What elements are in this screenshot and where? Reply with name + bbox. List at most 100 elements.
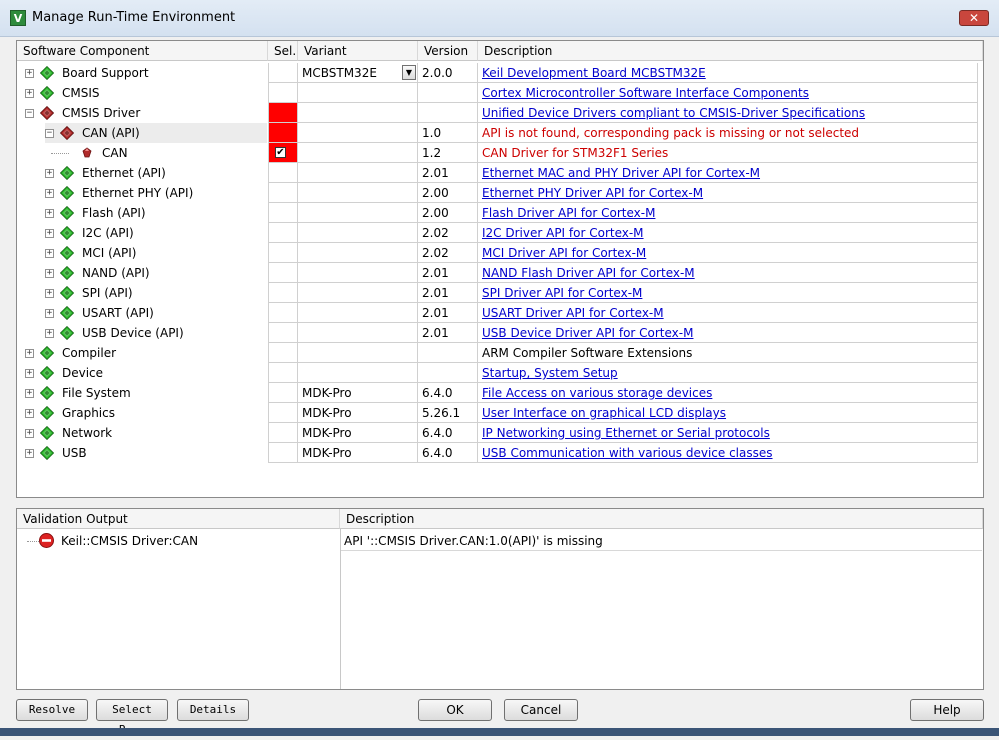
select-cell[interactable] xyxy=(268,243,298,263)
select-cell[interactable] xyxy=(268,363,298,383)
tree-row[interactable]: + USART (API) 2.01 USART Driver API for Cor… xyxy=(17,303,983,323)
description-cell[interactable]: SPI Driver API for Cortex-M xyxy=(478,283,978,303)
expand-icon[interactable]: + xyxy=(25,369,34,378)
description-cell[interactable]: USB Communication with various device cl… xyxy=(478,443,978,463)
component-name[interactable]: CMSIS Driver xyxy=(62,103,140,123)
description-link[interactable]: Keil Development Board MCBSTM32E xyxy=(482,66,706,80)
expand-icon[interactable]: + xyxy=(45,289,54,298)
description-cell[interactable]: NAND Flash Driver API for Cortex-M xyxy=(478,263,978,283)
tree-row[interactable]: + Compiler ARM Compiler Software Extension… xyxy=(17,343,983,363)
description-link[interactable]: MCI Driver API for Cortex-M xyxy=(482,246,646,260)
tree-row[interactable]: + Board Support MCBSTM32E ▼ 2.0.0 Keil Develo… xyxy=(17,63,983,83)
description-cell[interactable]: Ethernet PHY Driver API for Cortex-M xyxy=(478,183,978,203)
select-cell[interactable] xyxy=(268,403,298,423)
description-link[interactable]: Ethernet PHY Driver API for Cortex-M xyxy=(482,186,703,200)
tree-row[interactable]: − CAN (API) 1.0 API is not found, correspon… xyxy=(17,123,983,143)
description-cell[interactable]: Keil Development Board MCBSTM32E xyxy=(478,63,978,83)
tree-row[interactable]: + Flash (API) 2.00 Flash Driver API for Cor… xyxy=(17,203,983,223)
col-header-validation-description[interactable]: Description xyxy=(340,509,983,529)
expand-icon[interactable]: + xyxy=(45,269,54,278)
expand-icon[interactable]: + xyxy=(25,389,34,398)
collapse-icon[interactable]: − xyxy=(45,129,54,138)
expand-icon[interactable]: + xyxy=(25,69,34,78)
component-name[interactable]: CAN (API) xyxy=(82,123,140,143)
select-cell[interactable] xyxy=(268,303,298,323)
expand-icon[interactable]: + xyxy=(25,429,34,438)
tree-row[interactable]: + USB Device (API) 2.01 USB Device Driver A… xyxy=(17,323,983,343)
description-cell[interactable]: USART Driver API for Cortex-M xyxy=(478,303,978,323)
component-name[interactable]: File System xyxy=(62,383,131,403)
select-cell[interactable] xyxy=(268,263,298,283)
validation-item-name[interactable]: Keil::CMSIS Driver:CAN xyxy=(61,531,198,551)
select-packs-button[interactable]: Select P... xyxy=(96,699,168,736)
component-name[interactable]: MCI (API) xyxy=(82,243,136,263)
collapse-icon[interactable]: − xyxy=(25,109,34,118)
details-button[interactable]: Details xyxy=(177,699,249,721)
expand-icon[interactable]: + xyxy=(45,229,54,238)
resolve-button[interactable]: Resolve xyxy=(16,699,88,721)
description-link[interactable]: Flash Driver API for Cortex-M xyxy=(482,206,655,220)
component-name[interactable]: USB Device (API) xyxy=(82,323,184,343)
expand-icon[interactable]: + xyxy=(25,409,34,418)
variant-cell[interactable]: MCBSTM32E ▼ xyxy=(298,63,418,83)
component-name[interactable]: USART (API) xyxy=(82,303,154,323)
component-name[interactable]: Flash (API) xyxy=(82,203,146,223)
select-cell[interactable] xyxy=(268,223,298,243)
description-link[interactable]: IP Networking using Ethernet or Serial p… xyxy=(482,426,770,440)
help-button[interactable]: Help xyxy=(910,699,984,721)
select-cell[interactable] xyxy=(268,123,298,143)
description-link[interactable]: NAND Flash Driver API for Cortex-M xyxy=(482,266,695,280)
col-header-description[interactable]: Description xyxy=(478,41,983,61)
select-cell[interactable] xyxy=(268,343,298,363)
expand-icon[interactable]: + xyxy=(45,329,54,338)
component-name[interactable]: CMSIS xyxy=(62,83,100,103)
component-name[interactable]: Graphics xyxy=(62,403,115,423)
select-cell[interactable] xyxy=(268,163,298,183)
select-cell[interactable] xyxy=(268,83,298,103)
tree-row[interactable]: + SPI (API) 2.01 SPI Driver API for Cortex-… xyxy=(17,283,983,303)
description-cell[interactable]: Ethernet MAC and PHY Driver API for Cort… xyxy=(478,163,978,183)
description-link[interactable]: File Access on various storage devices xyxy=(482,386,712,400)
description-link[interactable]: USART Driver API for Cortex-M xyxy=(482,306,664,320)
description-cell[interactable]: MCI Driver API for Cortex-M xyxy=(478,243,978,263)
description-cell[interactable]: Unified Device Drivers compliant to CMSI… xyxy=(478,103,978,123)
col-header-variant[interactable]: Variant xyxy=(298,41,418,61)
select-cell[interactable] xyxy=(268,323,298,343)
expand-icon[interactable]: + xyxy=(45,209,54,218)
description-link[interactable]: Startup, System Setup xyxy=(482,366,618,380)
select-cell[interactable] xyxy=(268,423,298,443)
component-name[interactable]: NAND (API) xyxy=(82,263,150,283)
component-name[interactable]: Ethernet PHY (API) xyxy=(82,183,193,203)
component-name[interactable]: USB xyxy=(62,443,87,463)
select-cell[interactable] xyxy=(268,103,298,123)
component-name[interactable]: Compiler xyxy=(62,343,116,363)
select-cell[interactable] xyxy=(268,383,298,403)
expand-icon[interactable]: + xyxy=(25,349,34,358)
tree-row[interactable]: + CMSIS Cortex Microcontroller Software In… xyxy=(17,83,983,103)
tree-row[interactable]: + NAND (API) 2.01 NAND Flash Driver API for… xyxy=(17,263,983,283)
component-name[interactable]: CAN xyxy=(102,143,128,163)
select-cell[interactable] xyxy=(268,283,298,303)
tree-row[interactable]: + Ethernet PHY (API) 2.00 Ethernet PHY Driv… xyxy=(17,183,983,203)
description-cell[interactable]: Cortex Microcontroller Software Interfac… xyxy=(478,83,978,103)
validation-row[interactable]: Keil::CMSIS Driver:CAN API '::CMSIS Drive… xyxy=(17,531,983,551)
description-cell[interactable]: Startup, System Setup xyxy=(478,363,978,383)
tree-row[interactable]: + MCI (API) 2.02 MCI Driver API for Cortex-… xyxy=(17,243,983,263)
description-cell[interactable]: File Access on various storage devices xyxy=(478,383,978,403)
tree-row[interactable]: − CMSIS Driver Unified Device Drivers comp… xyxy=(17,103,983,123)
tree-row[interactable]: + Network MDK-Pro 6.4.0 IP Networking using … xyxy=(17,423,983,443)
col-header-component[interactable]: Software Component xyxy=(17,41,268,61)
expand-icon[interactable]: + xyxy=(45,189,54,198)
component-name[interactable]: Network xyxy=(62,423,112,443)
description-link[interactable]: Unified Device Drivers compliant to CMSI… xyxy=(482,106,865,120)
component-name[interactable]: Ethernet (API) xyxy=(82,163,166,183)
description-link[interactable]: Ethernet MAC and PHY Driver API for Cort… xyxy=(482,166,760,180)
description-link[interactable]: User Interface on graphical LCD displays xyxy=(482,406,726,420)
col-header-version[interactable]: Version xyxy=(418,41,478,61)
description-link[interactable]: SPI Driver API for Cortex-M xyxy=(482,286,642,300)
tree-row[interactable]: + Device Startup, System Setup xyxy=(17,363,983,383)
component-name[interactable]: SPI (API) xyxy=(82,283,133,303)
expand-icon[interactable]: + xyxy=(45,169,54,178)
description-link[interactable]: USB Communication with various device cl… xyxy=(482,446,773,460)
description-cell[interactable]: IP Networking using Ethernet or Serial p… xyxy=(478,423,978,443)
